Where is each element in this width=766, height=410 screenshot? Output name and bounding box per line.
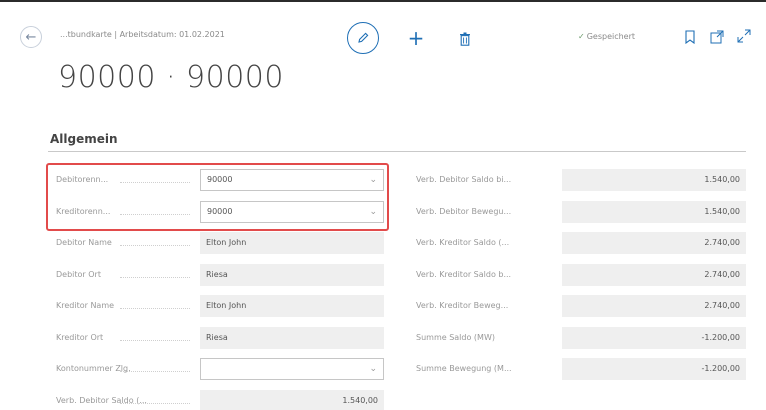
readonly-field[interactable]: 2.740,00 <box>562 264 746 286</box>
dotted-leader <box>120 182 190 183</box>
back-arrow-icon[interactable]: ← <box>20 26 42 48</box>
chevron-down-icon[interactable]: ⌄ <box>369 202 377 222</box>
breadcrumb: ...tbundkarte | Arbeitsdatum: 01.02.2021 <box>60 30 225 39</box>
field-value: 1.540,00 <box>704 175 740 184</box>
pencil-icon <box>358 32 369 43</box>
section-divider <box>48 151 746 152</box>
dropdown-field[interactable]: 90000 ⌄ <box>200 169 384 191</box>
readonly-field[interactable]: 2.740,00 <box>562 232 746 254</box>
field-value: Elton John <box>206 301 247 310</box>
dotted-leader <box>120 214 190 215</box>
field-value: 1.540,00 <box>342 396 378 405</box>
field-value: 2.740,00 <box>704 238 740 247</box>
field-value: -1.200,00 <box>701 333 740 342</box>
field-label: Kontonummer Zlg. <box>56 364 131 373</box>
readonly-field[interactable]: -1.200,00 <box>562 358 746 380</box>
field-label: Kreditorenn... <box>56 207 111 216</box>
readonly-field[interactable]: 2.740,00 <box>562 295 746 317</box>
edit-button[interactable] <box>347 22 379 54</box>
dotted-leader <box>120 245 190 246</box>
dropdown-field[interactable]: 90000 ⌄ <box>200 201 384 223</box>
field-label: Kreditor Ort <box>56 333 104 342</box>
field-value: Riesa <box>206 333 228 342</box>
field-label: Summe Saldo (MW) <box>416 333 495 342</box>
field-label: Verb. Kreditor Saldo b... <box>416 270 512 279</box>
readonly-field[interactable]: Riesa <box>200 327 384 349</box>
open-in-new-window-icon[interactable] <box>710 30 724 44</box>
field-value: 1.540,00 <box>704 207 740 216</box>
saved-label: Gespeichert <box>586 32 636 41</box>
field-value: 90000 <box>207 207 233 216</box>
readonly-field[interactable]: 1.540,00 <box>200 390 384 410</box>
expand-icon[interactable] <box>737 29 751 43</box>
readonly-field[interactable]: 1.540,00 <box>562 169 746 191</box>
dotted-leader <box>120 340 190 341</box>
dotted-leader <box>120 371 190 372</box>
readonly-field[interactable]: Riesa <box>200 264 384 286</box>
new-button[interactable]: + <box>405 27 427 49</box>
dropdown-field[interactable]: ⌄ <box>200 358 384 380</box>
field-label: Debitorenn... <box>56 175 109 184</box>
field-label: Debitor Ort <box>56 270 101 279</box>
readonly-field[interactable]: Elton John <box>200 232 384 254</box>
field-label: Verb. Debitor Bewegu... <box>416 207 512 216</box>
top-border <box>0 0 766 6</box>
saved-status: ✓ Gespeichert <box>578 32 635 41</box>
dotted-leader <box>120 403 190 404</box>
field-label: Verb. Debitor Saldo bi... <box>416 175 512 184</box>
field-label: Debitor Name <box>56 238 112 247</box>
field-label: Verb. Debitor Saldo (... <box>56 396 147 405</box>
field-value: Elton John <box>206 238 247 247</box>
field-label: Kreditor Name <box>56 301 115 310</box>
check-icon: ✓ <box>578 32 585 41</box>
trash-icon <box>460 32 470 46</box>
field-value: -1.200,00 <box>701 364 740 373</box>
page-title: 90000 · 90000 <box>58 60 284 95</box>
dotted-leader <box>120 308 190 309</box>
chevron-down-icon[interactable]: ⌄ <box>369 170 377 190</box>
field-label: Summe Bewegung (M... <box>416 364 512 373</box>
field-value: 2.740,00 <box>704 270 740 279</box>
dotted-leader <box>120 277 190 278</box>
field-label: Verb. Kreditor Saldo (... <box>416 238 510 247</box>
chevron-down-icon[interactable]: ⌄ <box>369 359 377 379</box>
section-title-allgemein[interactable]: Allgemein <box>50 132 118 146</box>
delete-button[interactable] <box>456 29 474 49</box>
readonly-field[interactable]: 1.540,00 <box>562 201 746 223</box>
field-label: Verb. Kreditor Beweg... <box>416 301 509 310</box>
field-value: 90000 <box>207 175 233 184</box>
field-value: Riesa <box>206 270 228 279</box>
bookmark-icon[interactable] <box>684 30 696 44</box>
readonly-field[interactable]: Elton John <box>200 295 384 317</box>
readonly-field[interactable]: -1.200,00 <box>562 327 746 349</box>
field-value: 2.740,00 <box>704 301 740 310</box>
plus-icon: + <box>407 26 425 50</box>
